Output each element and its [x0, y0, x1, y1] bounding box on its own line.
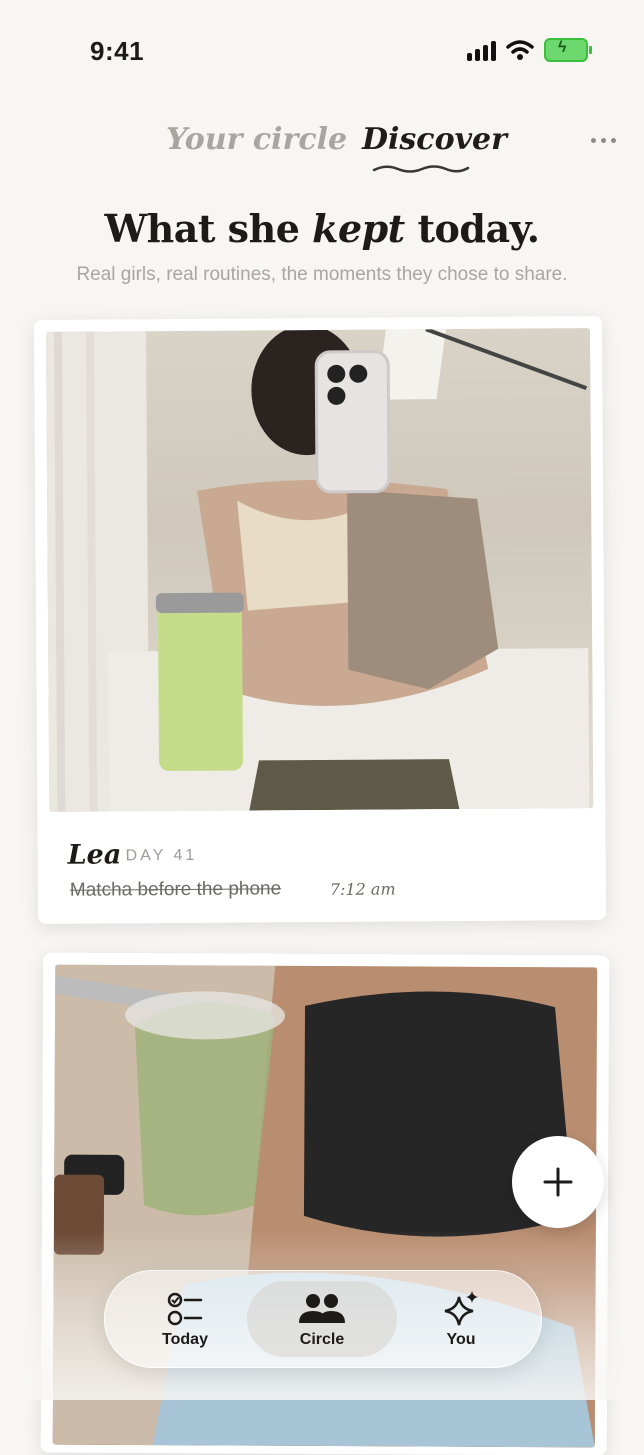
active-tab-underline	[372, 165, 470, 173]
post-time: 7:12 am	[329, 879, 396, 899]
nav-today[interactable]: Today	[125, 1281, 245, 1357]
nav-label-you: You	[446, 1331, 476, 1348]
more-options-icon[interactable]	[591, 138, 616, 143]
page-subtitle: Real girls, real routines, the moments t…	[76, 264, 568, 285]
post-author-name: Lea	[67, 839, 122, 871]
signal-icon	[467, 39, 496, 61]
people-icon	[299, 1294, 345, 1323]
nav-label-today: Today	[162, 1331, 208, 1348]
nav-label-circle: Circle	[299, 1331, 345, 1348]
post-card[interactable]: Lea DAY 41 Matcha before the phone 7:12 …	[33, 316, 607, 924]
battery-icon: ϟ	[544, 38, 592, 62]
bottom-nav: Today Circle You	[104, 1270, 542, 1368]
tab-discover[interactable]: Discover	[362, 122, 507, 157]
post-habit-note: Matcha before the phone	[69, 878, 282, 901]
post-photo-illustration	[45, 328, 590, 812]
status-icons: ϟ	[467, 38, 592, 62]
wifi-icon	[506, 40, 534, 60]
post-day-count: DAY 41	[125, 846, 198, 865]
nav-you[interactable]: You	[401, 1281, 521, 1357]
feed-tabs: Your circle Discover	[0, 118, 644, 188]
status-bar: 9:41 ϟ	[0, 0, 644, 100]
add-post-button[interactable]	[512, 1136, 604, 1228]
plus-icon	[543, 1167, 573, 1197]
post-photo[interactable]	[45, 328, 594, 812]
sparkles-icon	[444, 1291, 478, 1326]
status-time: 9:41	[90, 36, 145, 66]
nav-circle[interactable]: Circle	[247, 1281, 397, 1357]
tab-your-circle[interactable]: Your circle	[166, 122, 347, 157]
page-title: What she kept today.	[104, 206, 540, 251]
checklist-icon	[167, 1292, 203, 1326]
